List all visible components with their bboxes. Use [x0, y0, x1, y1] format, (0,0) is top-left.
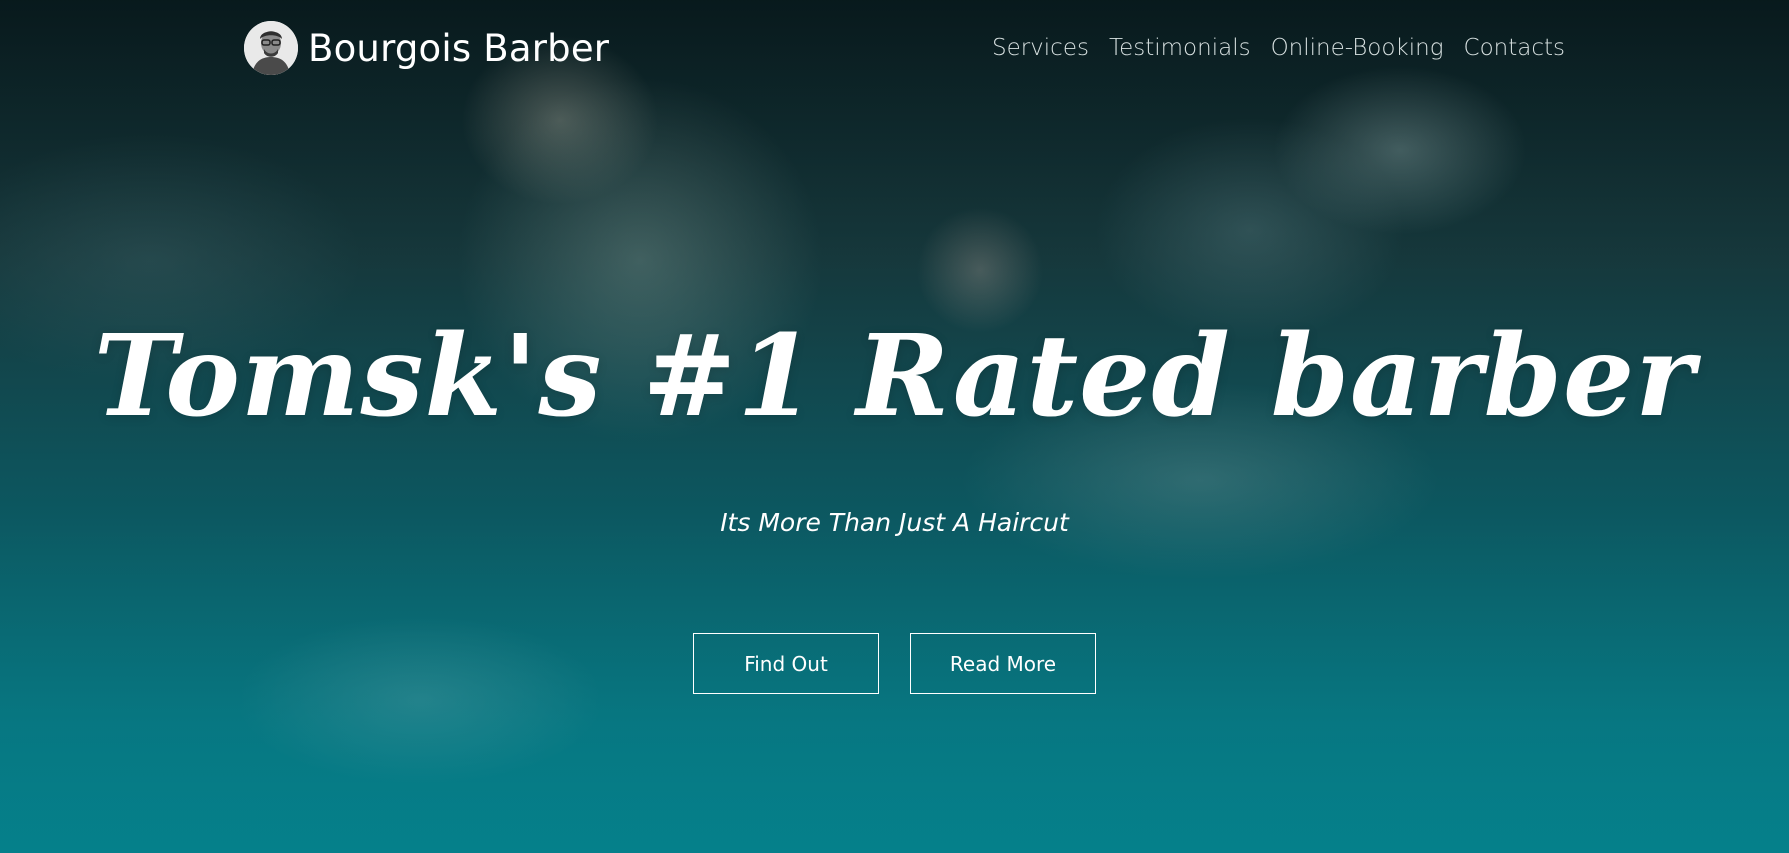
brand-name: Bourgois Barber	[308, 26, 610, 70]
barber-avatar-icon	[244, 21, 298, 75]
nav-link-contacts[interactable]: Contacts	[1464, 35, 1565, 61]
nav-link-online-booking[interactable]: Online-Booking	[1271, 35, 1444, 61]
hero-headline: Tomsk's #1 Rated barber	[93, 311, 1696, 442]
read-more-button[interactable]: Read More	[910, 633, 1096, 694]
navbar: Bourgois Barber Services Testimonials On…	[244, 21, 1565, 75]
hero-subheadline: Its More Than Just A Haircut	[720, 508, 1069, 537]
nav-link-services[interactable]: Services	[992, 35, 1089, 61]
hero-section: Bourgois Barber Services Testimonials On…	[0, 0, 1789, 853]
nav-link-testimonials[interactable]: Testimonials	[1109, 35, 1251, 61]
brand-link[interactable]: Bourgois Barber	[244, 21, 609, 75]
cta-buttons: Find Out Read More	[0, 633, 1789, 694]
nav-links: Services Testimonials Online-Booking Con…	[992, 35, 1565, 61]
find-out-button[interactable]: Find Out	[693, 633, 879, 694]
